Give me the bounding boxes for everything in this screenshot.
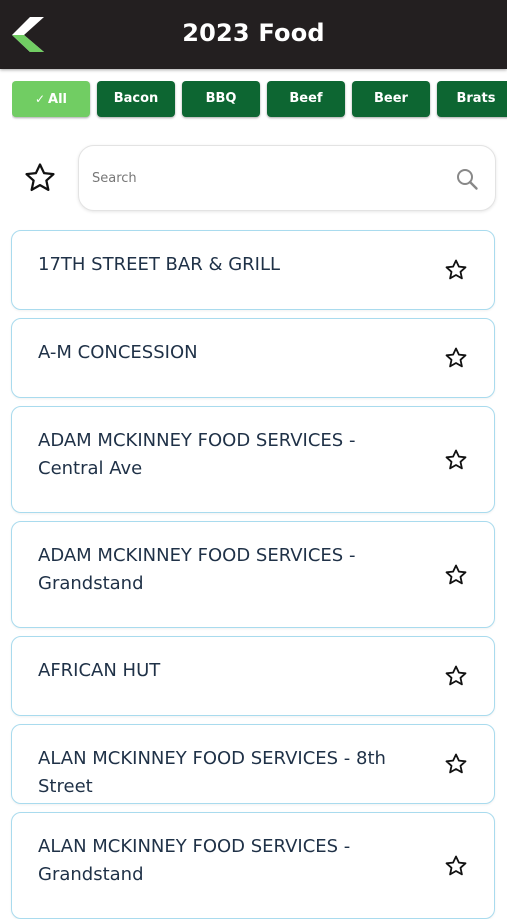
filter-chip-label: Beef	[289, 91, 323, 106]
filter-chip-label: BBQ	[205, 91, 237, 106]
filter-chip-beef[interactable]: Beef	[267, 81, 345, 117]
vendor-list-item[interactable]: ADAM MCKINNEY FOOD SERVICES - Central Av…	[11, 406, 495, 513]
vendor-name: ALAN MCKINNEY FOOD SERVICES - 8th Street	[38, 748, 386, 797]
vendor-list-item[interactable]: AFRICAN HUT	[11, 636, 495, 716]
filter-chip-bacon[interactable]: Bacon	[97, 81, 175, 117]
filter-chip-brats[interactable]: Brats	[437, 81, 507, 117]
favorite-star-icon[interactable]	[444, 448, 468, 472]
search-box	[78, 145, 496, 211]
favorite-star-icon[interactable]	[444, 563, 468, 587]
check-icon: ✓	[34, 92, 46, 106]
filter-chip-all[interactable]: ✓ All	[12, 81, 90, 117]
favorites-filter-star-icon[interactable]	[23, 161, 57, 195]
favorite-star-icon[interactable]	[444, 258, 468, 282]
vendor-list-item[interactable]: ALAN MCKINNEY FOOD SERVICES - Grandstand	[11, 812, 495, 919]
vendor-list-item[interactable]: ALAN MCKINNEY FOOD SERVICES - 8th Street	[11, 724, 495, 804]
favorite-star-icon[interactable]	[444, 854, 468, 878]
filter-chip-label: Brats	[456, 91, 496, 106]
filter-chip-label: Bacon	[113, 91, 159, 106]
page-title: 2023 Food	[182, 19, 325, 47]
filter-chip-label: All	[48, 92, 68, 107]
favorite-star-icon[interactable]	[444, 752, 468, 776]
filter-chip-bbq[interactable]: BBQ	[182, 81, 260, 117]
filter-chip-label: Beer	[374, 91, 408, 106]
vendor-list-item[interactable]: A-M CONCESSION	[11, 318, 495, 398]
search-icon[interactable]	[455, 167, 479, 191]
search-input[interactable]	[92, 166, 432, 190]
favorite-star-icon[interactable]	[444, 664, 468, 688]
vendor-name: ADAM MCKINNEY FOOD SERVICES - Central Av…	[38, 430, 356, 479]
category-filter-bar: ✓ All Bacon BBQ Beef Beer Brats	[12, 81, 507, 121]
vendor-list-item[interactable]: ADAM MCKINNEY FOOD SERVICES - Grandstand	[11, 521, 495, 628]
vendor-name: ADAM MCKINNEY FOOD SERVICES - Grandstand	[38, 545, 356, 594]
vendor-name: 17TH STREET BAR & GRILL	[38, 254, 281, 275]
filter-chip-beer[interactable]: Beer	[352, 81, 430, 117]
vendor-name: A-M CONCESSION	[38, 342, 198, 363]
vendor-list-item[interactable]: 17TH STREET BAR & GRILL	[11, 230, 495, 310]
vendor-name: ALAN MCKINNEY FOOD SERVICES - Grandstand	[38, 836, 351, 885]
vendor-name: AFRICAN HUT	[38, 660, 161, 681]
favorite-star-icon[interactable]	[444, 346, 468, 370]
app-header: 2023 Food	[0, 0, 507, 69]
